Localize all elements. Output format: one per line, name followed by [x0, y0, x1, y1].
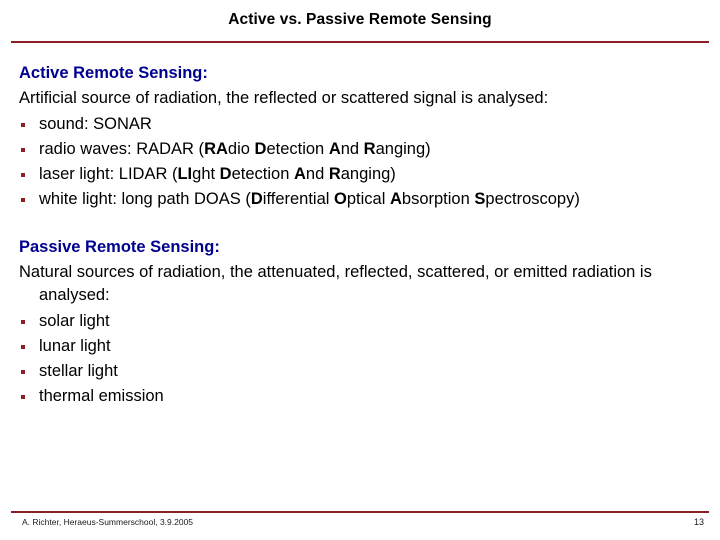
square-bullet-icon: [21, 173, 25, 177]
square-bullet-icon: [21, 395, 25, 399]
list-item-label: radio waves: RADAR (RAdio Detection And …: [39, 140, 431, 158]
list-item: thermal emission: [19, 384, 709, 409]
list-item-label: laser light: LIDAR (LIght Detection And …: [39, 165, 396, 183]
square-bullet-icon: [21, 123, 25, 127]
section-intro-text: Natural sources of radiation, the attenu…: [19, 263, 652, 304]
list-item-label: sound: SONAR: [39, 115, 152, 133]
content-section: Active Remote Sensing: Artificial source …: [19, 62, 709, 212]
footer-divider-rule: [11, 511, 709, 513]
list-item-label: stellar light: [39, 362, 118, 380]
title-divider-rule: [11, 41, 709, 43]
square-bullet-icon: [21, 345, 25, 349]
list-item: radio waves: RADAR (RAdio Detection And …: [19, 137, 709, 162]
slide-page-number: 13: [693, 517, 704, 527]
list-item: solar light: [19, 309, 709, 334]
list-item-label: lunar light: [39, 337, 111, 355]
square-bullet-icon: [21, 320, 25, 324]
list-item: laser light: LIDAR (LIght Detection And …: [19, 162, 709, 187]
list-item-label: thermal emission: [39, 387, 164, 405]
page-title: Active vs. Passive Remote Sensing: [228, 11, 492, 28]
bullet-list: solar light lunar light stellar light therm…: [19, 309, 709, 409]
footer-attribution: A. Richter, Heraeus-Summerschool, 3.9.20…: [22, 517, 194, 527]
slide-content: Active Remote Sensing: Artificial source …: [19, 62, 709, 409]
list-item-label: white light: long path DOAS (Differentia…: [39, 190, 580, 208]
slide-title-block: Active vs. Passive Remote Sensing: [0, 10, 720, 30]
list-item-label: solar light: [39, 312, 110, 330]
square-bullet-icon: [21, 198, 25, 202]
square-bullet-icon: [21, 370, 25, 374]
list-item: sound: SONAR: [19, 112, 709, 137]
bullet-list: sound: SONAR radio waves: RADAR (RAdio De…: [19, 112, 709, 212]
section-heading: Passive Remote Sensing:: [19, 238, 220, 256]
list-item: lunar light: [19, 334, 709, 359]
list-item: white light: long path DOAS (Differentia…: [19, 187, 709, 212]
section-intro-text: Artificial source of radiation, the refl…: [19, 89, 549, 107]
square-bullet-icon: [21, 148, 25, 152]
list-item: stellar light: [19, 359, 709, 384]
presentation-slide: Active vs. Passive Remote Sensing Active…: [0, 0, 720, 540]
content-section: Passive Remote Sensing: Natural sources o…: [19, 236, 709, 409]
section-heading: Active Remote Sensing:: [19, 64, 208, 82]
